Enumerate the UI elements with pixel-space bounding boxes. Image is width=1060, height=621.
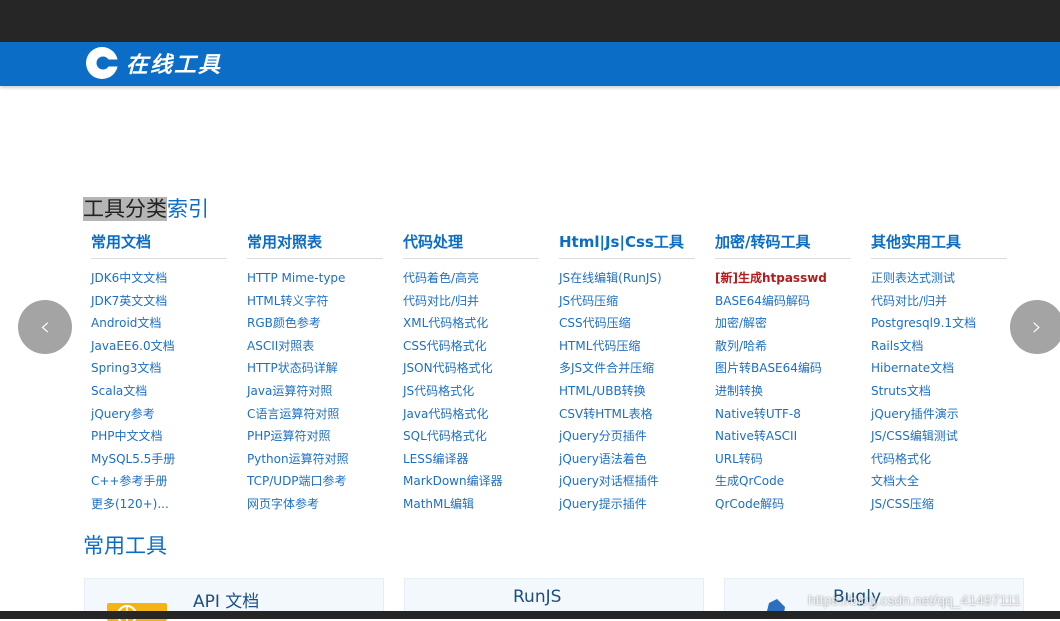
list-item-link[interactable]: PHP运算符对照	[247, 425, 383, 448]
list-item-link[interactable]: C语言运算符对照	[247, 403, 383, 426]
list-item-link[interactable]: Native转UTF-8	[715, 403, 851, 426]
column-reference-tables: 常用对照表 HTTP Mime-type HTML转义字符 RGB颜色参考 AS…	[247, 231, 383, 516]
list-item-link[interactable]: Java代码格式化	[403, 403, 539, 426]
list-item-link[interactable]: JS/CSS压缩	[871, 493, 1007, 516]
list-item-link[interactable]: jQuery参考	[91, 403, 227, 426]
list-item-link[interactable]: HTML代码压缩	[559, 335, 695, 358]
column-heading[interactable]: 常用对照表	[247, 231, 383, 259]
list-item-link[interactable]: JS代码压缩	[559, 290, 695, 313]
list-item-link[interactable]: HTTP状态码详解	[247, 357, 383, 380]
list-item-link[interactable]: jQuery分页插件	[559, 425, 695, 448]
list-item-link[interactable]: 进制转换	[715, 380, 851, 403]
list-item-link[interactable]: 散列/哈希	[715, 335, 851, 358]
list-item-link[interactable]: 代码格式化	[871, 448, 1007, 471]
column-encoding-tools: 加密/转码工具 [新]生成htpasswd BASE64编码解码 加密/解密 散…	[715, 231, 851, 516]
list-item-link[interactable]: 生成QrCode	[715, 470, 851, 493]
list-item-link[interactable]: MySQL5.5手册	[91, 448, 227, 471]
column-code-processing: 代码处理 代码着色/高亮 代码对比/归并 XML代码格式化 CSS代码格式化 J…	[403, 231, 539, 516]
list-item-link[interactable]: XML代码格式化	[403, 312, 539, 335]
list-item-link[interactable]: JDK6中文文档	[91, 267, 227, 290]
list-item-link[interactable]: CSS代码格式化	[403, 335, 539, 358]
list-item-link[interactable]: JS/CSS编辑测试	[871, 425, 1007, 448]
list-item-link[interactable]: Postgresql9.1文档	[871, 312, 1007, 335]
list-item-link[interactable]: Spring3文档	[91, 357, 227, 380]
list-item-link[interactable]: Struts文档	[871, 380, 1007, 403]
index-title-highlight: 工具分类	[83, 197, 167, 221]
column-html-js-css-tools: Html|Js|Css工具 JS在线编辑(RunJS) JS代码压缩 CSS代码…	[559, 231, 695, 516]
logo-text: 在线工具	[126, 52, 223, 78]
list-item-link[interactable]: CSV转HTML表格	[559, 403, 695, 426]
list-item-link[interactable]: 图片转BASE64编码	[715, 357, 851, 380]
common-tools-title: 常用工具	[83, 534, 167, 558]
list-item-link[interactable]: HTML/UBB转换	[559, 380, 695, 403]
list-item-link[interactable]: JS代码格式化	[403, 380, 539, 403]
list-item-link[interactable]: Rails文档	[871, 335, 1007, 358]
list-item-link[interactable]: SQL代码格式化	[403, 425, 539, 448]
list-item-link[interactable]: QrCode解码	[715, 493, 851, 516]
browser-bottom-bar	[0, 611, 1060, 619]
list-item-link[interactable]: 文档大全	[871, 470, 1007, 493]
list-item-link[interactable]: JSON代码格式化	[403, 357, 539, 380]
chevron-right-icon: ›	[1031, 312, 1043, 342]
card-title: RunJS	[513, 587, 562, 607]
list-item-link[interactable]: jQuery提示插件	[559, 493, 695, 516]
site-header: 在线工具	[0, 42, 1060, 86]
list-item-link[interactable]: Android文档	[91, 312, 227, 335]
list-item-link[interactable]: Hibernate文档	[871, 357, 1007, 380]
list-item-link[interactable]: HTTP Mime-type	[247, 267, 383, 290]
list-item-link[interactable]: JDK7英文文档	[91, 290, 227, 313]
list-item-link[interactable]: 代码着色/高亮	[403, 267, 539, 290]
list-item-link[interactable]: jQuery语法着色	[559, 448, 695, 471]
index-title-rest: 索引	[167, 197, 209, 221]
site-logo[interactable]: 在线工具	[84, 45, 222, 81]
column-heading[interactable]: 代码处理	[403, 231, 539, 259]
list-item-link[interactable]: jQuery插件演示	[871, 403, 1007, 426]
c-logo-icon	[86, 47, 122, 79]
list-item-link[interactable]: LESS编译器	[403, 448, 539, 471]
list-item-link[interactable]: MathML编辑	[403, 493, 539, 516]
column-other-tools: 其他实用工具 正则表达式测试 代码对比/归并 Postgresql9.1文档 R…	[871, 231, 1007, 516]
chevron-left-icon: ‹	[39, 312, 51, 342]
list-item-link[interactable]: JavaEE6.0文档	[91, 335, 227, 358]
list-item-link[interactable]: Java运算符对照	[247, 380, 383, 403]
list-item-link[interactable]: 网页字体参考	[247, 493, 383, 516]
list-item-link[interactable]: CSS代码压缩	[559, 312, 695, 335]
list-item-link[interactable]: Native转ASCII	[715, 425, 851, 448]
list-item-link[interactable]: Scala文档	[91, 380, 227, 403]
card-title: API 文档	[193, 592, 260, 612]
list-item-link[interactable]: 代码对比/归并	[871, 290, 1007, 313]
list-item-link[interactable]: 更多(120+)...	[91, 493, 227, 516]
carousel-next-button[interactable]: ›	[1010, 300, 1060, 354]
list-item-link[interactable]: MarkDown编译器	[403, 470, 539, 493]
list-item-link[interactable]: 多JS文件合并压缩	[559, 357, 695, 380]
list-item-link[interactable]: Python运算符对照	[247, 448, 383, 471]
column-common-docs: 常用文档 JDK6中文文档 JDK7英文文档 Android文档 JavaEE6…	[91, 231, 227, 516]
list-item-link[interactable]: HTML转义字符	[247, 290, 383, 313]
column-heading[interactable]: 加密/转码工具	[715, 231, 851, 259]
tool-category-columns: 常用文档 JDK6中文文档 JDK7英文文档 Android文档 JavaEE6…	[91, 231, 1021, 521]
list-item-link[interactable]: JS在线编辑(RunJS)	[559, 267, 695, 290]
list-item-link[interactable]: PHP中文文档	[91, 425, 227, 448]
list-item-link[interactable]: C++参考手册	[91, 470, 227, 493]
column-heading[interactable]: 常用文档	[91, 231, 227, 259]
list-item-link[interactable]: BASE64编码解码	[715, 290, 851, 313]
browser-top-bar	[0, 0, 1060, 42]
column-heading[interactable]: 其他实用工具	[871, 231, 1007, 259]
watermark-text: https://blog.csdn.net/qq_41497111	[808, 592, 1021, 608]
list-item-link[interactable]: ASCII对照表	[247, 335, 383, 358]
list-item-link[interactable]: RGB颜色参考	[247, 312, 383, 335]
list-item-link[interactable]: 代码对比/归并	[403, 290, 539, 313]
index-section-title: 工具分类索引	[83, 193, 209, 223]
list-item-link[interactable]: 加密/解密	[715, 312, 851, 335]
column-heading[interactable]: Html|Js|Css工具	[559, 231, 695, 259]
list-item-link[interactable]: jQuery对话框插件	[559, 470, 695, 493]
carousel-prev-button[interactable]: ‹	[18, 300, 72, 354]
list-item-link[interactable]: URL转码	[715, 448, 851, 471]
list-item-link[interactable]: TCP/UDP端口参考	[247, 470, 383, 493]
list-item-link[interactable]: 正则表达式测试	[871, 267, 1007, 290]
new-htpasswd-link[interactable]: [新]生成htpasswd	[715, 267, 851, 290]
